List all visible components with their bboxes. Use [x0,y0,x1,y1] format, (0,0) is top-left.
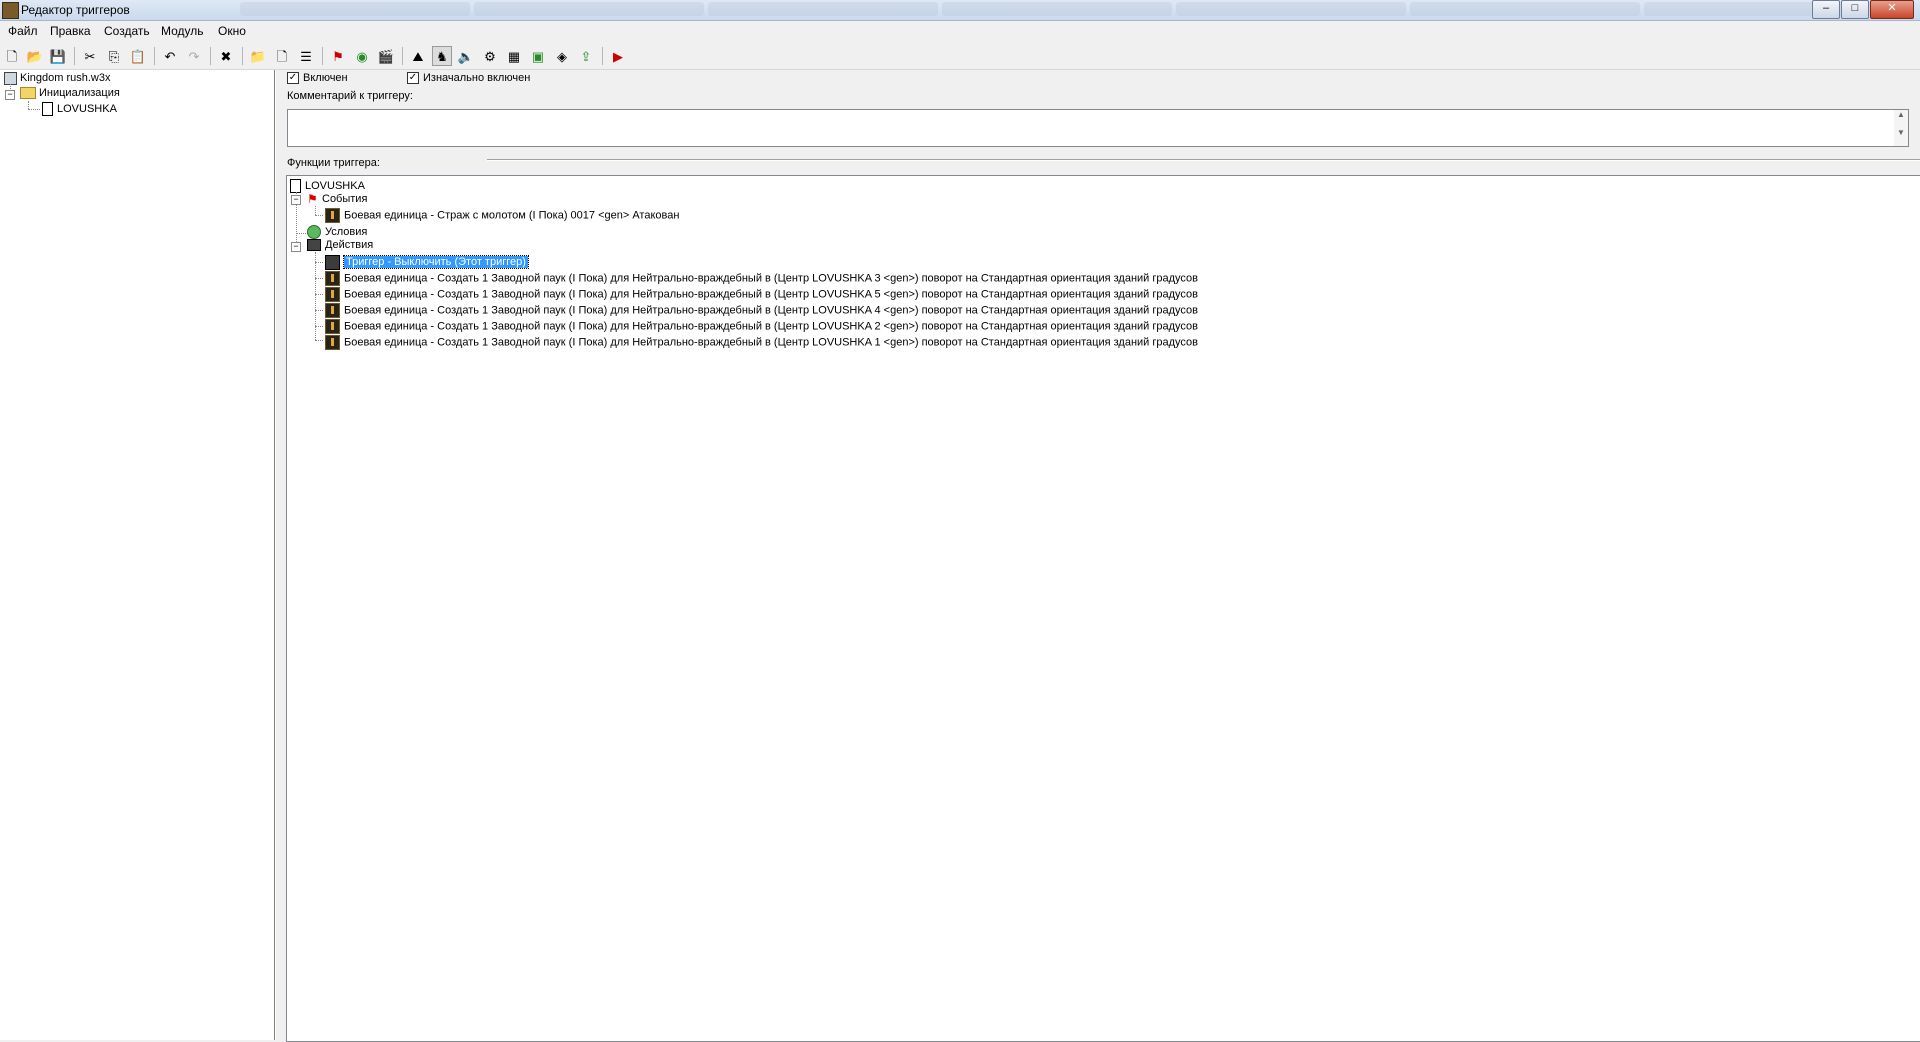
redo-icon[interactable]: ↷ [184,46,204,66]
trigger-properties-pane: ✓ Включен ✓ Изначально включен Комментар… [281,70,1920,1042]
menu-edit[interactable]: Правка [50,24,91,38]
menu-window[interactable]: Окно [218,24,246,38]
trigger-action-icon [325,255,340,270]
menu-module[interactable]: Модуль [161,24,204,38]
new-action-icon[interactable]: 🎬 [376,46,396,66]
tree-trigger-node[interactable]: LOVUSHKA [42,102,117,117]
terrain-editor-icon[interactable]: ⛰ [408,46,428,66]
tree-map-node[interactable]: Kingdom rush.w3x [4,71,111,86]
trigger-tree[interactable]: Kingdom rush.w3x − Инициализация LOVUSHK… [0,70,275,1040]
unit-editor-icon[interactable]: ♞ [432,46,452,66]
tree-category-node[interactable]: Инициализация [20,86,120,101]
unit-action-icon [325,271,340,286]
maximize-button[interactable]: □ [1841,0,1869,19]
events-collapse-toggle[interactable]: − [291,195,301,205]
events-node[interactable]: ⚑ События [307,192,367,207]
event-item[interactable]: Боевая единица - Страж с молотом (I Пока… [325,208,679,223]
paste-icon[interactable]: 📋 [128,46,148,66]
menu-file[interactable]: Файл [8,24,38,38]
new-trigger-icon[interactable]: 🗋 [272,46,292,66]
actions-node[interactable]: Действия [307,238,373,253]
new-comment-icon[interactable]: ☰ [296,46,316,66]
delete-icon[interactable]: ✖ [216,46,236,66]
functions-divider [487,159,1920,161]
comment-label: Комментарий к триггеру: [287,90,413,102]
ai-editor-icon[interactable]: ▣ [528,46,548,66]
new-icon[interactable]: 🗋 [2,46,22,66]
new-category-icon[interactable]: 📁 [248,46,268,66]
title-bar: Редактор триггеров – □ ✕ [0,0,1920,21]
event-flag-icon: ⚑ [307,191,318,206]
comment-textarea[interactable]: ▲ ▼ [287,109,1909,147]
menu-bar: Файл Правка Создать Модуль Окно [0,21,1920,41]
trigger-document-icon [42,102,53,117]
actions-collapse-toggle[interactable]: − [291,242,301,252]
close-button[interactable]: ✕ [1870,0,1914,19]
campaign-editor-icon[interactable]: ▦ [504,46,524,66]
object-manager-icon[interactable]: ◈ [552,46,572,66]
open-icon[interactable]: 📂 [25,46,45,66]
action-item[interactable]: Боевая единица - Создать 1 Заводной паук… [325,271,1198,286]
test-map-icon[interactable]: ▶ [608,46,628,66]
import-manager-icon[interactable]: ⇪ [576,46,596,66]
copy-icon[interactable]: ⎘ [104,46,124,66]
action-item[interactable]: Боевая единица - Создать 1 Заводной паук… [325,287,1198,302]
action-item[interactable]: Боевая единица - Создать 1 Заводной паук… [325,335,1198,350]
map-icon [4,71,17,85]
action-item-selected[interactable]: Триггер - Выключить (Этот триггер) [325,255,529,270]
trigger-document-icon [290,179,301,194]
background-taskbar-tabs [240,2,1874,18]
unit-action-icon [325,303,340,318]
folder-icon [20,87,36,100]
comment-scrollbar[interactable]: ▲ ▼ [1894,110,1908,146]
unit-action-icon [325,287,340,302]
trigger-functions-tree[interactable]: LOVUSHKA − ⚑ События Боевая единица - Стр… [286,175,1920,1042]
unit-event-icon [325,208,340,223]
unit-action-icon [325,335,340,350]
new-event-icon[interactable]: ⚑ [328,46,348,66]
object-editor-icon[interactable]: ⚙ [480,46,500,66]
action-clapper-icon [307,239,321,252]
undo-icon[interactable]: ↶ [160,46,180,66]
functions-label: Функции триггера: [287,157,380,169]
unit-action-icon [325,319,340,334]
minimize-button[interactable]: – [1812,0,1840,19]
initially-on-checkbox[interactable]: ✓ [407,72,419,84]
new-condition-icon[interactable]: ◉ [352,46,372,66]
action-item[interactable]: Боевая единица - Создать 1 Заводной паук… [325,303,1198,318]
menu-create[interactable]: Создать [104,24,150,38]
collapse-toggle[interactable]: − [5,90,15,100]
condition-icon [307,225,321,240]
app-icon [2,2,19,19]
toolbar: 🗋 📂 💾 ✂ ⎘ 📋 ↶ ↷ ✖ 📁 🗋 ☰ ⚑ ◉ 🎬 ⛰ ♞ 🔈 ⚙ ▦ … [0,43,1920,70]
enabled-checkbox[interactable]: ✓ [287,72,299,84]
window-title: Редактор триггеров [21,3,130,17]
cut-icon[interactable]: ✂ [80,46,100,66]
sound-editor-icon[interactable]: 🔈 [456,46,476,66]
action-item[interactable]: Боевая единица - Создать 1 Заводной паук… [325,319,1198,334]
initially-on-label: Изначально включен [423,72,531,84]
enabled-label: Включен [303,72,348,84]
save-icon[interactable]: 💾 [48,46,68,66]
